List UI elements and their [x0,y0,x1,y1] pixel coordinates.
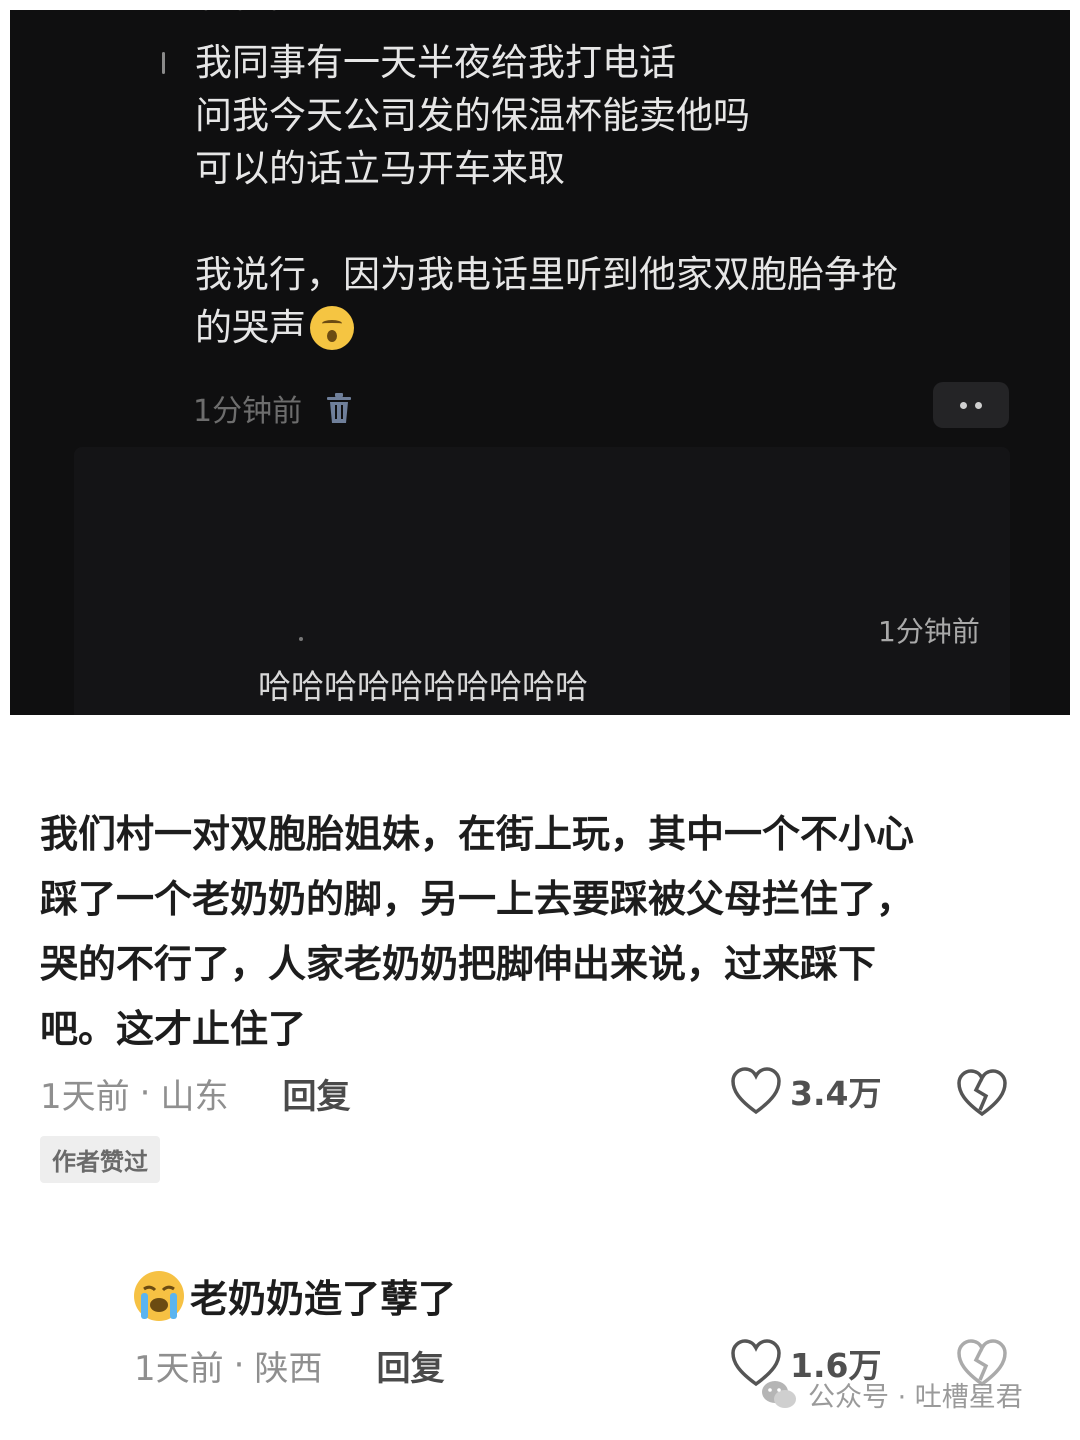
main-line-2: 踩了一个老奶奶的脚，另一上去要踩被父母拦住了， [40,877,915,921]
reply-comment: 老奶奶造了孽了 [132,1268,456,1323]
dot-icon [975,401,982,409]
crying-face-icon [134,1270,184,1321]
comment-time: 1天前 [40,1076,130,1117]
heart-icon [731,1067,781,1115]
dislike-icon[interactable] [955,1068,1009,1118]
main-line-3: 哭的不行了，人家老奶奶把脚伸出来说，过来踩下 [40,942,877,986]
author-liked-badge: 作者赞过 [40,1136,160,1183]
reply-button[interactable]: 回复 [282,1069,350,1118]
dark-comment-screenshot: • • • 我同事有一天半夜给我打电话 问我今天公司发的保温杯能卖他吗 可以的话… [10,10,1070,715]
like-count: 3.4万 [790,1074,882,1113]
main-line-1: 我们村一对双胞胎姐妹，在街上玩，其中一个不小心 [40,812,915,856]
dark-line-2: 问我今天公司发的保温杯能卖他吗 [195,94,750,137]
reply-indicator-bar [162,52,165,74]
main-line-4: 吧。这才止住了 [40,1007,307,1051]
dark-comment-text: 我同事有一天半夜给我打电话 问我今天公司发的保温杯能卖他吗 可以的话立马开车来取… [195,36,1025,354]
reply-comment-text: 老奶奶造了孽了 [190,1277,457,1321]
dot-icon [960,401,967,409]
cut-off-text: • • • [200,10,320,20]
trash-icon[interactable] [324,391,354,425]
nested-reply-text: 哈哈哈哈哈哈哈哈哈哈 [258,667,588,706]
comment-location: 陕西 [254,1348,323,1389]
like-button[interactable]: 3.4万 [730,1066,881,1116]
separator: · [233,1345,245,1385]
dark-line-5: 我说行，因为我电话里听到他家双胞胎争抢 [195,253,898,296]
dark-line-1: 我同事有一天半夜给我打电话 [195,41,676,84]
reply-comment-meta: 1天前 · 陕西 回复 [134,1340,444,1390]
sleepy-face-icon [310,305,354,350]
dark-line-3: 可以的话立马开车来取 [195,147,565,190]
wechat-icon [762,1380,796,1408]
reply-button[interactable]: 回复 [376,1341,444,1390]
dark-comment-meta: 1分钟前 [193,388,354,429]
watermark: 公众号 · 吐槽星君 [760,1375,1023,1414]
decorative-dot [299,637,303,641]
main-comment-text: 我们村一对双胞胎姐妹，在街上玩，其中一个不小心 踩了一个老奶奶的脚，另一上去要踩… [40,802,1020,1062]
dark-line-6: 的哭声 [195,306,306,349]
watermark-text: 公众号 · 吐槽星君 [808,1382,1023,1413]
separator: · [139,1073,151,1113]
main-comment-meta: 1天前 · 山东 回复 [40,1068,350,1118]
more-options-button[interactable] [933,382,1009,428]
comment-time: 1分钟前 [193,394,303,429]
comment-location: 山东 [160,1076,229,1117]
comment-time: 1天前 [134,1348,224,1389]
nested-reply-time: 1分钟前 [878,615,980,648]
